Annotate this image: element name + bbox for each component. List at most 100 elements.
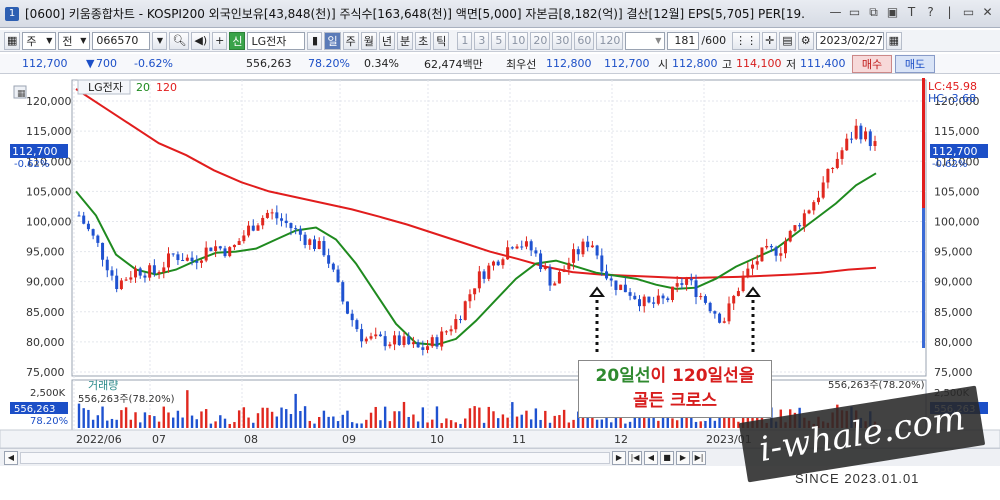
candle-body bbox=[256, 225, 260, 231]
candle-body bbox=[543, 267, 547, 270]
search-icon[interactable]: 🔍︎ bbox=[169, 31, 190, 50]
time-axis-label: 10 bbox=[430, 433, 444, 446]
candle-body bbox=[77, 215, 81, 217]
price-panel bbox=[71, 79, 927, 377]
interval-60[interactable]: 60 bbox=[574, 31, 595, 50]
volume-bar bbox=[332, 416, 335, 428]
volume-bar bbox=[143, 412, 147, 428]
interval-1[interactable]: 1 bbox=[457, 31, 473, 50]
speaker-icon[interactable]: ◀) bbox=[191, 31, 211, 50]
gear-icon[interactable]: ⚙ bbox=[797, 31, 814, 50]
zoom-out-icon[interactable]: |◀ bbox=[628, 450, 642, 465]
candle-body bbox=[515, 246, 519, 249]
maximize-icon[interactable]: ▣ bbox=[886, 5, 899, 20]
volume-bar bbox=[237, 410, 241, 428]
window-title: [0600] 키움종합차트 - KOSPI200 외국인보유[43,848(천)… bbox=[25, 7, 805, 21]
candle-body bbox=[261, 217, 265, 226]
candle-body bbox=[378, 334, 382, 337]
interval-3[interactable]: 3 bbox=[474, 31, 490, 50]
count-input[interactable]: 181 bbox=[667, 31, 700, 50]
candle-body bbox=[449, 329, 453, 332]
volume-bar bbox=[115, 419, 118, 428]
best-ask: 112,800 bbox=[546, 57, 592, 70]
candle-body bbox=[129, 277, 133, 280]
candle-body bbox=[426, 346, 430, 350]
volume-bar bbox=[402, 401, 406, 428]
period-year[interactable]: 년 bbox=[378, 31, 395, 50]
text-icon[interactable]: T bbox=[905, 5, 918, 20]
stock-chart[interactable]: 120,000 120,000115,000 115,000110,000 110,0… bbox=[0, 76, 1000, 449]
chart-type-icon[interactable]: ▦ bbox=[4, 31, 21, 50]
candle-body bbox=[637, 299, 641, 307]
sell-button[interactable]: 매도 bbox=[895, 54, 935, 73]
volume-bar bbox=[275, 416, 279, 428]
interval-30[interactable]: 30 bbox=[552, 31, 573, 50]
candle-body bbox=[247, 225, 251, 236]
annotation-connector: 이 bbox=[650, 366, 673, 386]
volume-bar bbox=[308, 420, 311, 428]
code-dropdown-icon[interactable]: ▼ bbox=[152, 31, 168, 50]
tile-icon[interactable]: ⧉ bbox=[867, 5, 880, 20]
lock-icon[interactable]: ▮ bbox=[307, 31, 323, 50]
window-max-icon[interactable]: ▭ bbox=[962, 5, 975, 20]
stop-icon[interactable]: ■ bbox=[660, 450, 674, 465]
scroll-right-icon[interactable]: ▶ bbox=[612, 450, 626, 465]
scroll-track[interactable] bbox=[20, 451, 610, 464]
period-minute[interactable]: 분 bbox=[396, 31, 414, 50]
candle-body bbox=[101, 242, 105, 260]
chart-area[interactable]: 120,000 120,000 115,000 115,000 110,000 110,0… bbox=[0, 76, 1000, 449]
candle-body bbox=[769, 245, 773, 248]
volume-bar bbox=[435, 406, 439, 428]
play-forward-icon[interactable]: ▶ bbox=[676, 450, 690, 465]
zoom-in-icon[interactable]: ▶| bbox=[692, 450, 706, 465]
prev-stock-icon[interactable]: + bbox=[212, 31, 228, 50]
interval-10[interactable]: 10 bbox=[508, 31, 529, 50]
restore-icon[interactable]: ▭ bbox=[848, 5, 861, 20]
period-day[interactable]: 일 bbox=[324, 31, 341, 50]
volume-bar bbox=[548, 422, 552, 428]
candle-body bbox=[388, 344, 392, 347]
volume-bar bbox=[482, 422, 486, 428]
custom-interval-input[interactable]: ▼ bbox=[625, 31, 666, 50]
indicator-icon[interactable]: ⋮⋮ bbox=[732, 31, 761, 50]
play-back-icon[interactable]: ◀ bbox=[644, 450, 658, 465]
best-bid: 112,700 bbox=[604, 57, 650, 70]
crosshair-icon[interactable]: ✛ bbox=[762, 31, 778, 50]
scroll-left-icon[interactable]: ◀ bbox=[4, 450, 18, 465]
candle-body bbox=[788, 230, 792, 242]
volume-bar bbox=[223, 418, 227, 428]
time-axis-label: 12 bbox=[614, 433, 628, 446]
buy-button[interactable]: 매수 bbox=[852, 54, 892, 73]
price-tick-label-left: 85,000 bbox=[26, 306, 65, 319]
candle-body bbox=[317, 241, 321, 250]
candle-body bbox=[152, 265, 156, 274]
volume-bar bbox=[544, 410, 547, 428]
date-input[interactable]: 2023/02/27 bbox=[815, 31, 884, 50]
period-month[interactable]: 월 bbox=[360, 31, 377, 50]
candle-body bbox=[402, 336, 406, 346]
interval-5[interactable]: 5 bbox=[491, 31, 507, 50]
period-select[interactable]: 주 ▼ bbox=[22, 31, 57, 50]
candle-body bbox=[298, 228, 302, 235]
save-icon[interactable]: ▤ bbox=[779, 31, 796, 50]
candle-body bbox=[280, 218, 284, 221]
price-tick-label-left: 105,000 bbox=[26, 185, 72, 198]
candle-body bbox=[798, 225, 802, 227]
candle-body bbox=[590, 245, 594, 248]
period-tick[interactable]: 틱 bbox=[433, 31, 450, 50]
right-price-tag-text: 112,700 bbox=[932, 145, 978, 158]
period-week[interactable]: 주 bbox=[342, 31, 359, 50]
interval-20[interactable]: 20 bbox=[530, 31, 551, 50]
volume-bar bbox=[219, 415, 222, 428]
volume-bar bbox=[699, 421, 702, 428]
help-icon[interactable]: ? bbox=[924, 5, 937, 20]
calendar-icon[interactable]: ▦ bbox=[885, 31, 902, 50]
close-icon[interactable]: ✕ bbox=[981, 5, 994, 20]
volume-value-left: 556,263주(78.20%) bbox=[78, 394, 175, 405]
volume-bar bbox=[129, 419, 133, 428]
all-market-select[interactable]: 전 ▼ bbox=[58, 31, 91, 50]
interval-120[interactable]: 120 bbox=[596, 31, 624, 50]
period-second[interactable]: 초 bbox=[415, 31, 432, 50]
stock-code-input[interactable]: 066570 bbox=[92, 31, 151, 50]
minimize-icon[interactable]: — bbox=[829, 5, 842, 20]
